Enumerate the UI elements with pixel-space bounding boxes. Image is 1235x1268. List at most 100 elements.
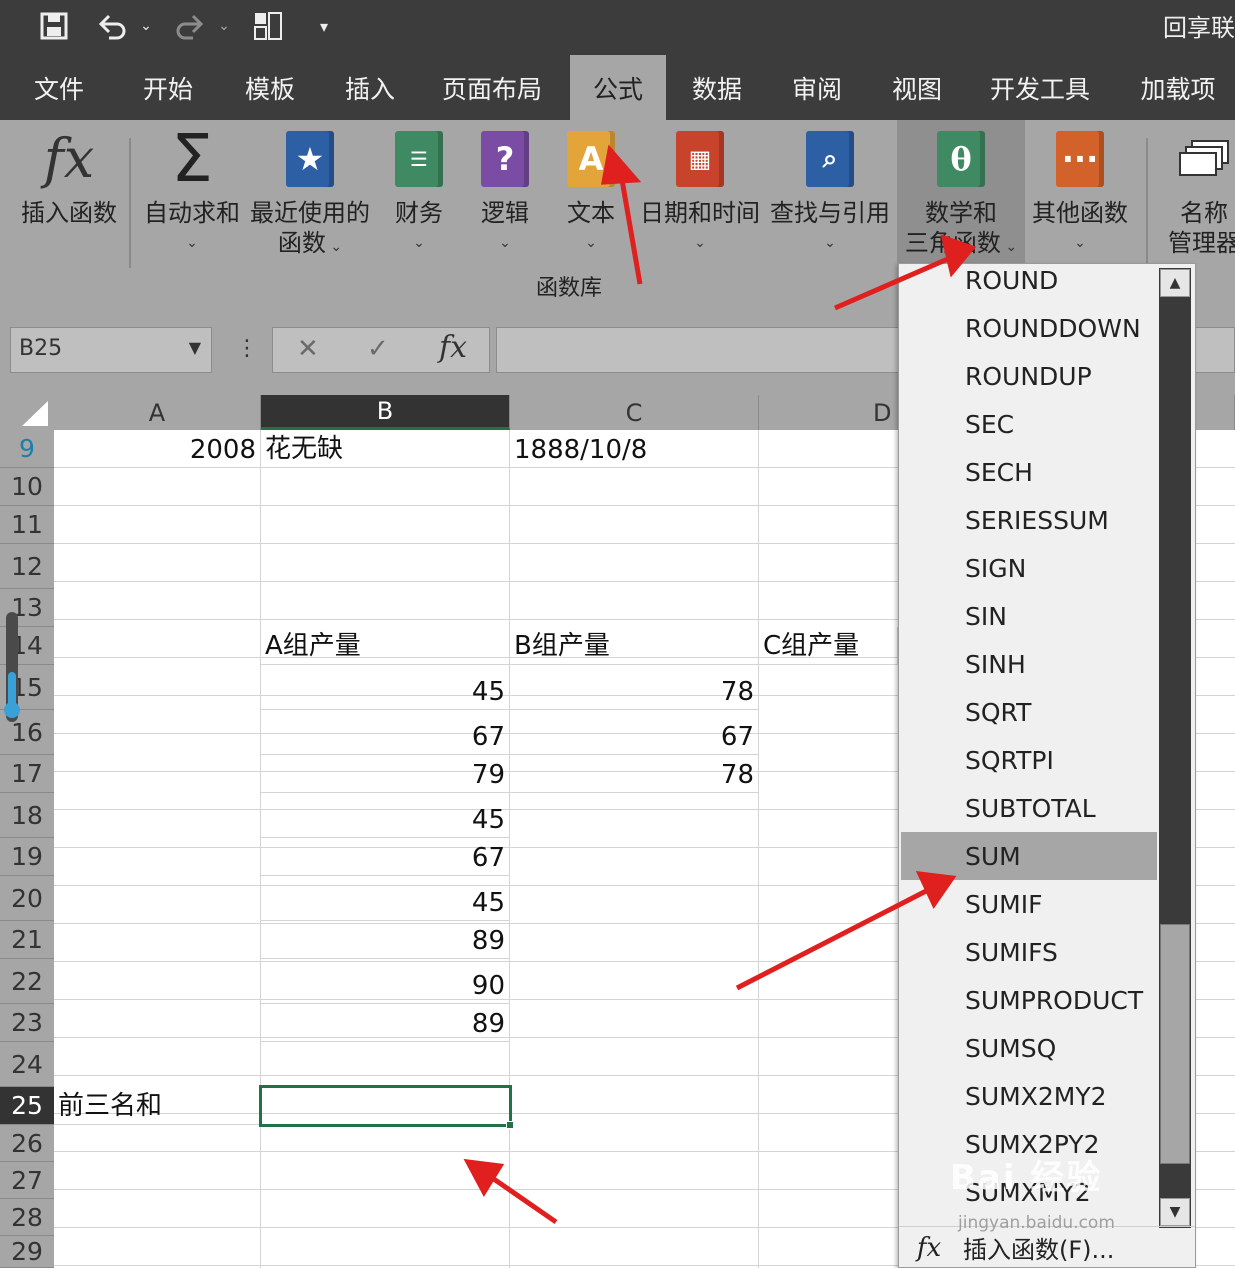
cancel-icon[interactable]: ✕ [297,334,319,364]
column-header-c[interactable]: C [510,395,759,430]
tab-insert[interactable]: 插入 [332,55,408,120]
dropdown-scrollbar[interactable]: ▲ ▼ [1159,268,1191,1228]
tab-developer[interactable]: 开发工具 [980,55,1100,120]
row-header[interactable]: 12 [0,544,54,589]
row-header[interactable]: 27 [0,1162,54,1199]
row-header[interactable]: 23 [0,1004,54,1042]
row-header-selected[interactable]: 25 [0,1087,54,1125]
scroll-up-icon[interactable]: ▲ [1160,269,1190,297]
row-header[interactable]: 21 [0,921,54,959]
function-item[interactable]: SIGN [901,544,1157,592]
function-item[interactable]: SUMPRODUCT [901,976,1157,1024]
function-item[interactable]: SIN [901,592,1157,640]
slider-knob[interactable] [4,702,20,718]
row-header[interactable]: 29 [0,1236,54,1268]
more-functions-button[interactable]: ··· 其他函数 ⌄ [1030,120,1130,258]
tab-home[interactable]: 开始 [130,55,206,120]
cell-b15[interactable]: 45 [261,665,510,710]
recent-functions-button[interactable]: ★ 最近使用的 函数 ⌄ [248,120,372,262]
function-item-sum[interactable]: SUM [901,832,1157,880]
cell-b18[interactable]: 45 [261,793,510,838]
function-item[interactable]: SUMIFS [901,928,1157,976]
insert-function-button[interactable]: fx 插入函数 [14,120,124,228]
tab-file[interactable]: 文件 [22,55,96,120]
tab-view[interactable]: 视图 [880,55,954,120]
cell-a9[interactable]: 2008 [54,430,261,468]
function-item[interactable]: SUMX2MY2 [901,1072,1157,1120]
date-time-button[interactable]: ▦ 日期和时间 ⌄ [638,120,762,258]
financial-button[interactable]: ☰ 财务 ⌄ [384,120,454,258]
cell-b22[interactable]: 90 [261,959,510,1004]
tab-review[interactable]: 审阅 [780,55,854,120]
fill-handle[interactable] [506,1121,514,1129]
name-box-dropdown-icon[interactable]: ▼ [189,338,201,357]
cell-c17[interactable]: 78 [510,755,759,793]
cell-b19[interactable]: 67 [261,838,510,876]
cell-c15[interactable]: 78 [510,665,759,710]
row-header[interactable]: 17 [0,755,54,793]
function-item[interactable]: SUMSQ [901,1024,1157,1072]
logical-button[interactable]: ? 逻辑 ⌄ [470,120,540,258]
cell-b17[interactable]: 79 [261,755,510,793]
function-item[interactable]: ROUNDUP [901,352,1157,400]
column-header-a[interactable]: A [54,395,261,430]
undo-dropdown-icon[interactable]: ⌄ [136,6,156,46]
cell-b23[interactable]: 89 [261,1004,510,1042]
redo-icon[interactable] [170,6,210,46]
tab-formulas[interactable]: 公式 [570,55,666,120]
zoom-slider[interactable] [4,612,20,722]
name-box[interactable]: B25 ▼ [10,327,212,373]
function-item[interactable]: SQRT [901,688,1157,736]
insert-function-fx-icon[interactable]: fx [439,330,467,365]
row-header[interactable]: 20 [0,876,54,921]
scroll-down-icon[interactable]: ▼ [1160,1198,1190,1226]
function-item[interactable]: SINH [901,640,1157,688]
row-header[interactable]: 28 [0,1199,54,1236]
customize-qat-icon[interactable]: ▾ [314,6,334,46]
check-icon[interactable]: ✓ [367,334,389,364]
save-icon[interactable] [34,6,74,46]
layout-icon[interactable] [250,6,286,46]
math-trig-button[interactable]: θ 数学和 三角函数 ⌄ [897,120,1025,265]
row-header[interactable]: 26 [0,1125,54,1162]
row-header[interactable]: 22 [0,959,54,1004]
undo-icon[interactable] [92,6,132,46]
lookup-reference-button[interactable]: ⌕ 查找与引用 ⌄ [768,120,892,258]
tab-template[interactable]: 模板 [232,55,308,120]
cell-b9[interactable]: 花无缺 [261,430,510,468]
text-button[interactable]: A 文本 ⌄ [556,120,626,258]
cell-b20[interactable]: 45 [261,876,510,921]
cell-c14[interactable]: B组产量 [510,627,759,665]
redo-dropdown-icon[interactable]: ⌄ [214,6,234,46]
tab-page-layout[interactable]: 页面布局 [432,55,552,120]
active-cell-b25[interactable] [259,1085,512,1127]
autosum-button[interactable]: Σ 自动求和 ⌄ [140,120,244,258]
row-header[interactable]: 10 [0,468,54,506]
function-item[interactable]: ROUNDDOWN [901,304,1157,352]
cell-c16[interactable]: 67 [510,710,759,755]
row-header[interactable]: 19 [0,838,54,876]
scrollbar-thumb[interactable] [1160,924,1190,1164]
function-item[interactable]: SUMIF [901,880,1157,928]
row-header[interactable]: 18 [0,793,54,838]
function-item[interactable]: SECH [901,448,1157,496]
cell-b14[interactable]: A组产量 [261,627,510,665]
function-item[interactable]: SERIESSUM [901,496,1157,544]
tab-data[interactable]: 数据 [680,55,754,120]
more-options-icon[interactable]: ⋮ [236,336,258,361]
tab-addins[interactable]: 加载项 [1128,55,1228,120]
function-item[interactable]: SQRTPI [901,736,1157,784]
cell-c9[interactable]: 1888/10/8 [510,430,759,468]
function-item[interactable]: ROUND [901,256,1157,304]
select-all-corner[interactable] [0,395,54,430]
row-header[interactable]: 9 [0,430,54,468]
column-header-b[interactable]: B [261,395,510,430]
cell-b16[interactable]: 67 [261,710,510,755]
function-item[interactable]: SUBTOTAL [901,784,1157,832]
row-header[interactable]: 24 [0,1042,54,1087]
row-header[interactable]: 11 [0,506,54,544]
cell-b21[interactable]: 89 [261,921,510,959]
cell-a25[interactable]: 前三名和 [54,1087,261,1125]
function-item[interactable]: SEC [901,400,1157,448]
name-manager-button[interactable]: 名称 管理器 [1164,120,1235,258]
